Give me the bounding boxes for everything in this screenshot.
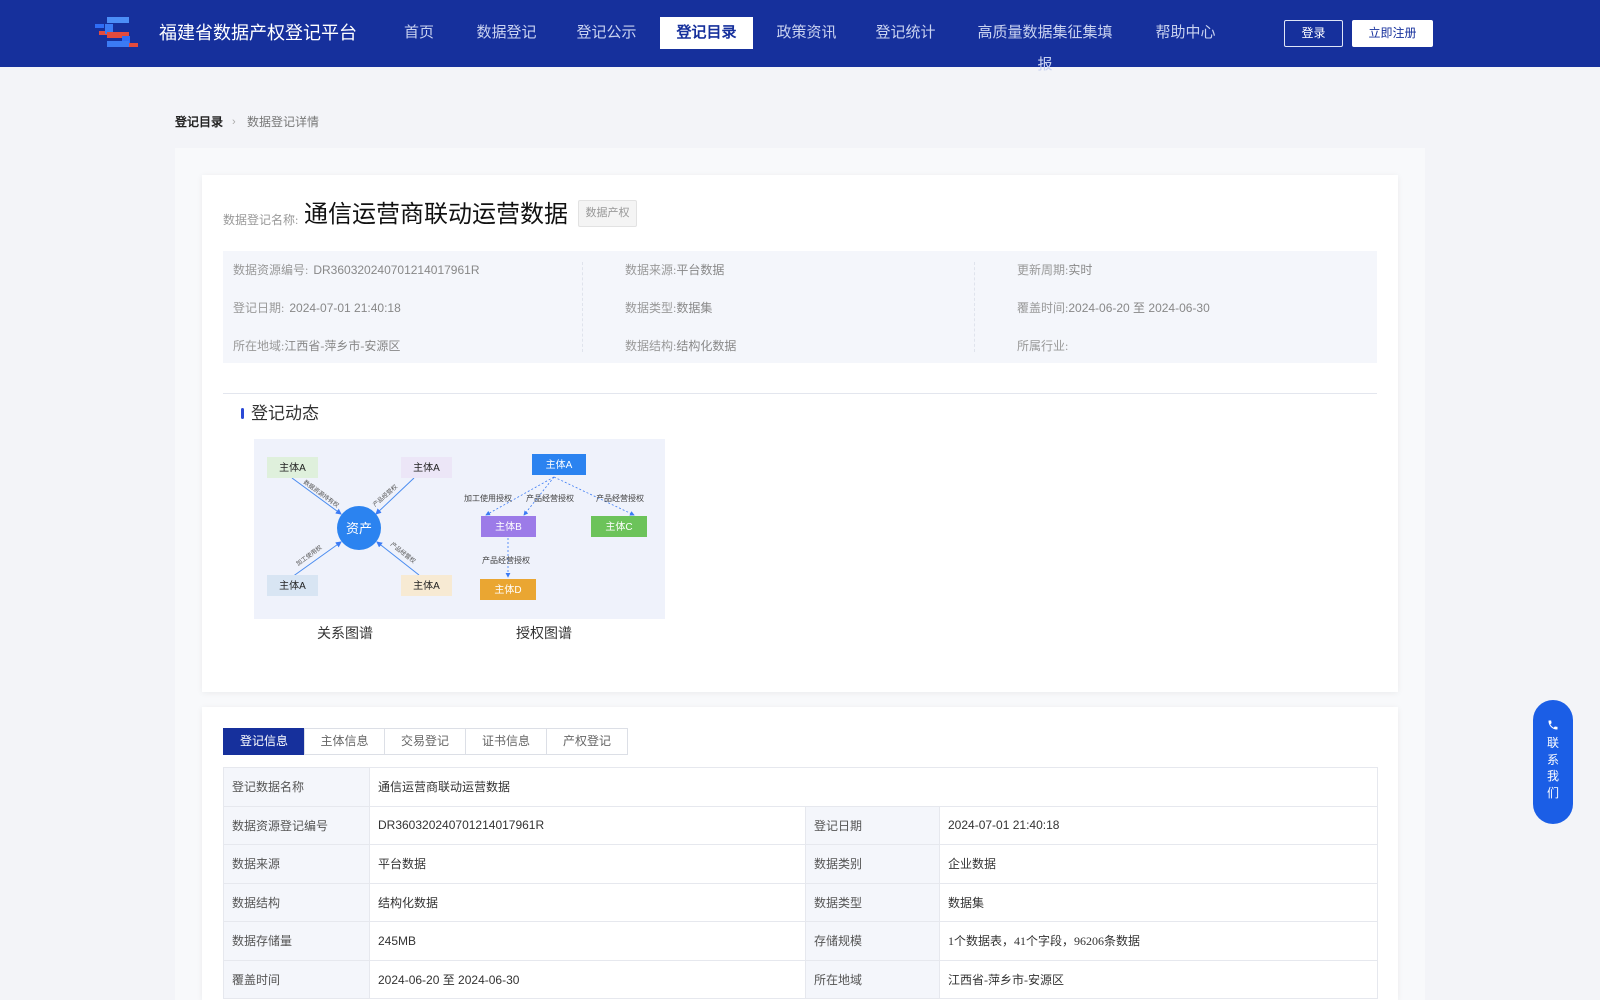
table-value: 2024-06-20 至 2024-06-30 [369, 959, 806, 999]
relation-node-label: 主体A [413, 462, 440, 474]
table-key: 存储规模 [805, 921, 940, 961]
relation-edge [291, 477, 342, 515]
relation-node-label: 主体A [279, 580, 306, 592]
breadcrumb-current: 数据登记详情 [247, 115, 320, 129]
table-key: 数据来源 [223, 844, 370, 884]
tab-registration-info[interactable]: 登记信息 [223, 728, 305, 755]
auth-node-label: 主体A [546, 459, 573, 471]
graph-diagram: 数据资源持有权 产品经营权 加工使用权 产品经营权 主体A 主体A 主体A 主体… [267, 454, 647, 600]
meta-industry: 所属行业: [1017, 339, 1069, 353]
registration-info-table: 登记数据名称 通信运营商联动运营数据 数据资源登记编号 DR3603202407… [223, 767, 1378, 999]
table-value: 245MB [369, 921, 806, 961]
relation-edge-label: 加工使用权 [294, 544, 323, 568]
table-key: 登记日期 [805, 805, 940, 845]
auth-node-label: 主体C [605, 521, 632, 533]
tab-property-registration[interactable]: 产权登记 [546, 728, 628, 755]
meta-source: 数据来源:平台数据 [625, 263, 725, 277]
contact-us-label: 联 系 我 们 [1546, 736, 1559, 800]
registration-name-label: 数据登记名称: [223, 213, 299, 227]
table-key: 数据类别 [805, 844, 940, 884]
table-value: DR360320240701214017961R [369, 805, 806, 845]
table-value: 平台数据 [369, 844, 806, 884]
nav-policy-news[interactable]: 政策资讯 [774, 17, 839, 49]
breadcrumb-chevron-icon: › [232, 116, 236, 128]
register-button[interactable]: 立即注册 [1352, 20, 1433, 47]
table-row: 数据来源 平台数据 数据类别 企业数据 [223, 844, 1378, 884]
table-key: 数据结构 [223, 882, 370, 922]
top-header: 福建省数据产权登记平台 首页 数据登记 登记公示 登记目录 政策资讯 登记统计 … [0, 0, 1600, 73]
graph-preview[interactable]: 数据资源持有权 产品经营权 加工使用权 产品经营权 主体A 主体A 主体A 主体… [254, 439, 665, 619]
contact-us-button[interactable]: 联 系 我 们 [1533, 700, 1573, 824]
table-value: 通信运营商联动运营数据 [369, 767, 1378, 807]
table-key: 登记数据名称 [223, 767, 370, 807]
table-key: 覆盖时间 [223, 959, 370, 999]
meta-region: 所在地域:江西省-萍乡市-安源区 [233, 339, 401, 353]
relation-graph-caption[interactable]: 关系图谱 [317, 625, 373, 645]
meta-coverage: 覆盖时间:2024-06-20 至 2024-06-30 [1017, 301, 1210, 315]
section-divider [223, 393, 1377, 394]
table-row: 数据结构 结构化数据 数据类型 数据集 [223, 882, 1378, 922]
relation-node-label: 主体A [413, 580, 440, 592]
meta-registration-date: 登记日期: 2024-07-01 21:40:18 [233, 301, 401, 315]
nav-registration-stats[interactable]: 登记统计 [873, 17, 938, 49]
table-value: 数据集 [939, 882, 1378, 922]
table-row: 数据存储量 245MB 存储规模 1个数据表，41个字段，96206条数据 [223, 921, 1378, 961]
auth-edge-label: 加工使用授权 [464, 493, 512, 503]
section-marker [241, 408, 244, 419]
tab-subject-info[interactable]: 主体信息 [304, 728, 385, 755]
registration-dynamics-title: 登记动态 [251, 404, 319, 423]
login-button[interactable]: 登录 [1284, 20, 1343, 47]
auth-edge-label: 产品经营授权 [596, 493, 644, 503]
auth-edge-label: 产品经营授权 [482, 555, 530, 565]
relation-edge-label: 产品经营权 [389, 540, 418, 565]
table-value: 企业数据 [939, 844, 1378, 884]
table-value: 结构化数据 [369, 882, 806, 922]
table-value: 2024-07-01 21:40:18 [939, 805, 1378, 845]
tab-transaction-registration[interactable]: 交易登记 [384, 728, 466, 755]
breadcrumb-catalog-link[interactable]: 登记目录 [175, 114, 223, 130]
nav-help-center[interactable]: 帮助中心 [1153, 17, 1218, 49]
relation-edge-label: 数据资源持有权 [302, 478, 341, 509]
meta-resource-id: 数据资源编号: DR360320240701214017961R [233, 263, 480, 277]
nav-registration-catalog[interactable]: 登记目录 [660, 17, 753, 49]
table-key: 数据存储量 [223, 921, 370, 961]
meta-data-type: 数据类型:数据集 [625, 301, 713, 315]
data-property-tag: 数据产权 [578, 200, 637, 227]
site-title: 福建省数据产权登记平台 [159, 23, 357, 43]
table-key: 数据类型 [805, 882, 940, 922]
nav-data-registration[interactable]: 数据登记 [474, 17, 539, 49]
phone-icon [1548, 720, 1558, 730]
nav-dataset-collection[interactable]: 高质量数据集征集填报 [976, 17, 1114, 73]
table-key: 数据资源登记编号 [223, 805, 370, 845]
auth-node-label: 主体B [495, 521, 522, 533]
tab-certificate-info[interactable]: 证书信息 [465, 728, 547, 755]
asset-node-label: 资产 [346, 521, 372, 536]
registration-name: 通信运营商联动运营数据 [304, 202, 568, 228]
meta-structure: 数据结构:结构化数据 [625, 339, 737, 353]
table-row: 数据资源登记编号 DR360320240701214017961R 登记日期 2… [223, 805, 1378, 845]
table-key: 所在地域 [805, 959, 940, 999]
platform-logo-icon[interactable] [95, 15, 141, 51]
meta-divider [582, 262, 583, 352]
auth-node-label: 主体D [494, 584, 521, 596]
auth-graph-caption[interactable]: 授权图谱 [516, 625, 572, 645]
meta-update-cycle: 更新周期:实时 [1017, 263, 1093, 277]
nav-home[interactable]: 首页 [398, 17, 440, 49]
nav-registration-announcement[interactable]: 登记公示 [574, 17, 639, 49]
table-row: 覆盖时间 2024-06-20 至 2024-06-30 所在地域 江西省-萍乡… [223, 959, 1378, 999]
relation-node-label: 主体A [279, 462, 306, 474]
table-value: 江西省-萍乡市-安源区 [939, 959, 1378, 999]
meta-divider [974, 262, 975, 352]
table-value: 1个数据表，41个字段，96206条数据 [939, 921, 1378, 961]
auth-edge-label: 产品经营授权 [526, 493, 574, 503]
table-row: 登记数据名称 通信运营商联动运营数据 [223, 767, 1378, 807]
